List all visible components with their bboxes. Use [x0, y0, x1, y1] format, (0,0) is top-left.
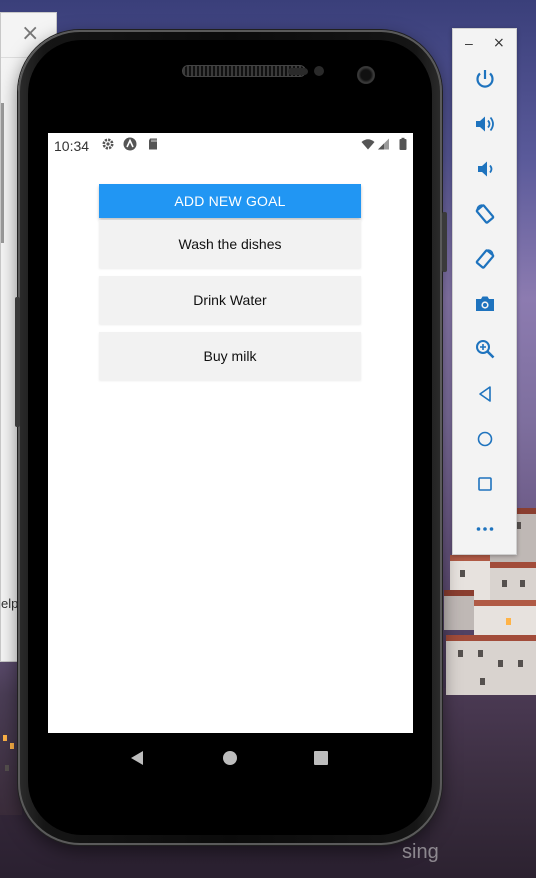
camera-icon[interactable]: [473, 292, 497, 316]
gear-icon: [101, 137, 115, 151]
background-window-text: elp: [1, 596, 19, 611]
sd-card-icon: [146, 137, 160, 151]
add-new-goal-button[interactable]: ADD NEW GOAL: [99, 184, 361, 218]
proximity-sensor: [288, 68, 308, 75]
power-icon[interactable]: [473, 67, 497, 91]
home-icon[interactable]: [473, 427, 497, 451]
recent-apps-icon[interactable]: [314, 751, 328, 765]
zoom-icon[interactable]: [473, 337, 497, 361]
signal-icon: [377, 137, 391, 151]
rotate-left-icon[interactable]: [473, 202, 497, 226]
front-camera: [357, 66, 375, 84]
overview-icon[interactable]: [473, 472, 497, 496]
phone-side-button-right: [442, 212, 447, 272]
wifi-icon: [361, 137, 375, 151]
status-bar: 10:34: [48, 133, 413, 158]
background-window-strip: [1, 103, 4, 243]
wallpaper-town: [430, 500, 536, 878]
light-sensor: [314, 66, 324, 76]
phone-side-button-left: [15, 297, 20, 427]
goal-item[interactable]: Drink Water: [99, 276, 361, 324]
volume-up-icon[interactable]: [473, 112, 497, 136]
goal-item[interactable]: Wash the dishes: [99, 220, 361, 268]
home-icon[interactable]: [223, 751, 237, 765]
close-button[interactable]: ×: [493, 35, 505, 51]
goal-item[interactable]: Buy milk: [99, 332, 361, 380]
emulator-toolbar: – ×: [452, 28, 517, 555]
minimize-button[interactable]: –: [465, 35, 473, 51]
a-icon: [123, 137, 137, 151]
navigation-bar: [48, 733, 413, 781]
rotate-right-icon[interactable]: [473, 247, 497, 271]
back-icon[interactable]: [130, 750, 144, 771]
back-icon[interactable]: [473, 382, 497, 406]
close-icon[interactable]: ×: [21, 23, 39, 45]
volume-down-icon[interactable]: [473, 157, 497, 181]
app-content: ADD NEW GOAL Wash the dishes Drink Water…: [48, 158, 413, 733]
battery-icon: [396, 137, 410, 151]
status-time: 10:34: [54, 138, 90, 154]
wallpaper-watermark: sing: [402, 841, 439, 863]
device-screen: 10:34 ADD NEW GOAL Wash the dishes Drink…: [48, 133, 413, 781]
more-icon[interactable]: [473, 517, 497, 541]
